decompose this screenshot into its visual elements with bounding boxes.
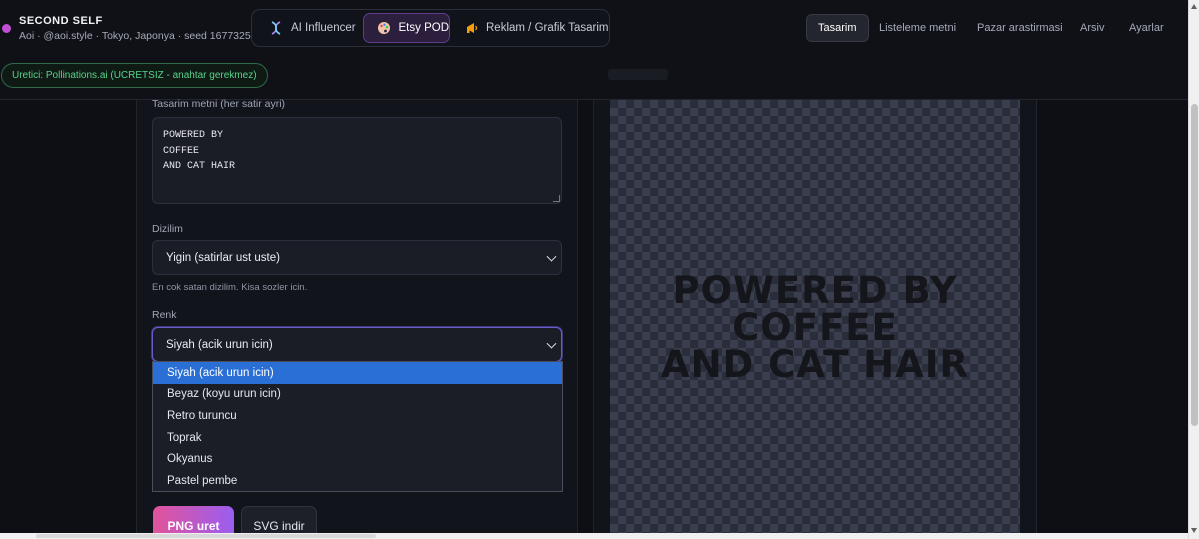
color-option[interactable]: Beyaz (koyu urun icin) [153, 384, 562, 406]
mode-etsy-pod[interactable]: Etsy POD [363, 13, 450, 43]
tab-ayarlar[interactable]: Ayarlar [1118, 14, 1175, 42]
megaphone-icon [465, 20, 479, 36]
mode-label: Etsy POD [398, 22, 449, 34]
textarea-resize-handle[interactable] [553, 195, 560, 202]
preview-header-placeholder [608, 69, 668, 80]
color-option[interactable]: Siyah (acik urun icin) [153, 362, 562, 384]
layout-select[interactable]: Yigin (satirlar ust uste) [152, 240, 562, 275]
dna-icon [268, 20, 284, 36]
horizontal-scrollbar-thumb[interactable] [36, 534, 376, 538]
color-option[interactable]: Pastel pembe [153, 470, 562, 492]
chevron-down-icon [546, 251, 557, 262]
app-header: SECOND SELF Aoi · @aoi.style · Tokyo, Ja… [0, 0, 1188, 100]
color-option[interactable]: Toprak [153, 427, 562, 449]
color-select-value: Siyah (acik urun icin) [166, 338, 273, 351]
brand-dot [2, 24, 11, 33]
layout-select-value: Yigin (satirlar ust uste) [166, 251, 280, 264]
mode-switcher: AI Influencer Etsy POD Reklam / Grafik T… [251, 9, 610, 47]
color-option[interactable]: Retro turuncu [153, 405, 562, 427]
design-text-input[interactable]: POWERED BY COFFEE AND CAT HAIR [152, 117, 562, 204]
brand-subtitle: Aoi · @aoi.style · Tokyo, Japonya · seed… [19, 30, 269, 42]
color-select[interactable]: Siyah (acik urun icin) [152, 327, 562, 362]
mode-label: Reklam / Grafik Tasarim [486, 22, 609, 34]
color-dropdown-list: Siyah (acik urun icin) Beyaz (koyu urun … [152, 361, 563, 492]
mode-ad-design[interactable]: Reklam / Grafik Tasarim [453, 13, 609, 43]
brand-name: SECOND SELF [19, 15, 103, 27]
horizontal-scrollbar[interactable] [0, 533, 1188, 539]
color-option[interactable]: Okyanus [153, 448, 562, 470]
scrollbar-thumb[interactable] [1191, 104, 1198, 426]
tab-listeleme-metni[interactable]: Listeleme metni [868, 14, 967, 42]
layout-label: Dizilim [152, 223, 183, 235]
scroll-down-arrow-icon[interactable] [1191, 528, 1197, 533]
mode-ai-influencer[interactable]: AI Influencer [256, 13, 360, 43]
tab-arsiv[interactable]: Arsiv [1069, 14, 1115, 42]
scroll-up-arrow-icon[interactable] [1191, 4, 1197, 9]
tab-pazar-arastirmasi[interactable]: Pazar arastirmasi [966, 14, 1074, 42]
chevron-down-icon [546, 338, 557, 349]
preview-design-text: POWERED BY COFFEE AND CAT HAIR [660, 269, 970, 386]
design-text-label: Tasarim metni (her satir ayri) [152, 98, 286, 110]
mode-label: AI Influencer [291, 22, 356, 34]
vertical-scrollbar[interactable] [1188, 0, 1199, 539]
color-label: Renk [152, 309, 177, 321]
layout-hint: En cok satan dizilim. Kisa sozler icin. [152, 282, 308, 293]
provider-badge: Uretici: Pollinations.ai (UCRETSIZ - ana… [1, 63, 268, 88]
tab-tasarim[interactable]: Tasarim [806, 14, 869, 42]
palette-icon [376, 20, 392, 36]
